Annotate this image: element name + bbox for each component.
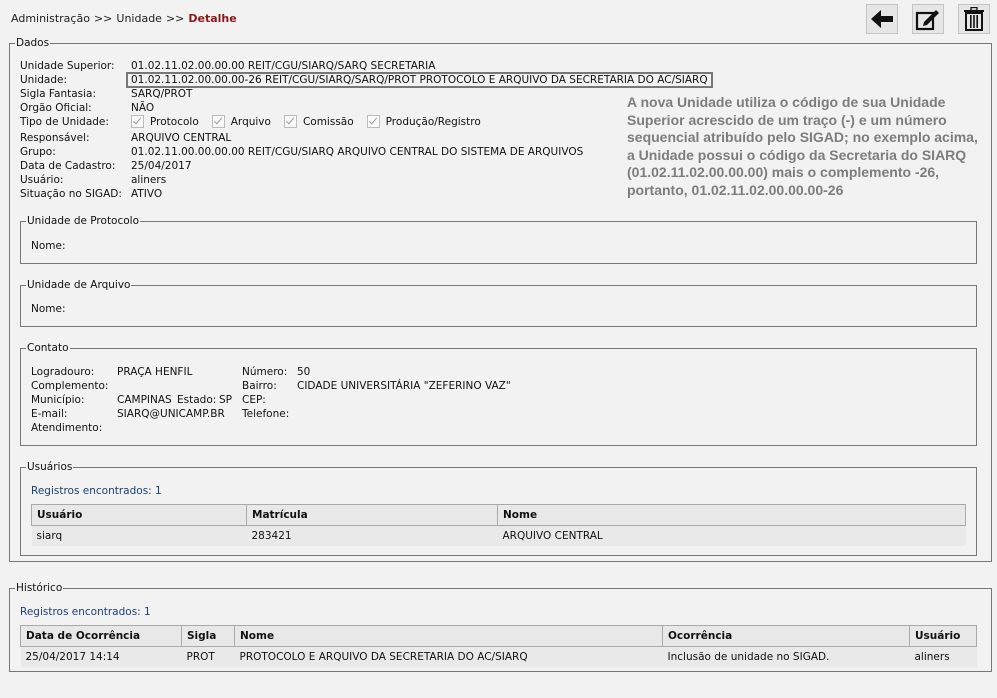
bairro-label: Bairro:	[242, 380, 277, 392]
checkbox-label: Protocolo	[150, 115, 199, 128]
cell-data-ocorrencia: 25/04/2017 14:14	[25, 651, 120, 663]
cell-sigla: PROT	[186, 651, 215, 663]
checkbox-arquivo[interactable]: Arquivo	[211, 115, 271, 128]
usuarios-legend: Usuários	[27, 461, 73, 473]
historico-legend: Histórico	[16, 582, 63, 594]
atendimento-label: Atendimento:	[31, 422, 103, 434]
responsavel-value: ARQUIVO CENTRAL	[131, 132, 232, 144]
orgao-oficial-label: Orgão Oficial:	[20, 102, 92, 114]
responsavel-label: Responsável:	[20, 132, 90, 144]
numero-value: 50	[297, 366, 311, 378]
cell-matricula: 283421	[251, 530, 292, 542]
arquivo-nome-label: Nome:	[31, 303, 66, 315]
estado-label: Estado:	[177, 394, 217, 406]
situacao-sigad-value: ATIVO	[131, 188, 163, 200]
email-label: E-mail:	[31, 408, 68, 420]
checkbox-protocolo[interactable]: Protocolo	[131, 115, 199, 128]
bairro-value: CIDADE UNIVERSITÁRIA "ZEFERINO VAZ"	[297, 380, 511, 392]
logradouro-value: PRAÇA HENFIL	[117, 366, 193, 378]
column-header-usuario[interactable]: Usuário	[909, 625, 977, 647]
column-header-sigla[interactable]: Sigla	[181, 625, 235, 647]
column-header-data-ocorrencia[interactable]: Data de Ocorrência	[20, 625, 182, 647]
situacao-sigad-label: Situação no SIGAD:	[20, 188, 122, 200]
checkmark-icon	[131, 115, 144, 128]
table-header-row: Data de Ocorrência Sigla Nome Ocorrência…	[20, 625, 977, 647]
table-row[interactable]: siarq 283421 ARQUIVO CENTRAL	[31, 525, 966, 546]
estado-value: SP	[219, 394, 232, 406]
dados-legend: Dados	[16, 37, 50, 49]
usuarios-table: Usuário Matrícula Nome siarq 283421 ARQU…	[31, 504, 966, 546]
cell-ocorrencia: Inclusão de unidade no SIGAD.	[667, 651, 830, 663]
toolbar	[866, 4, 990, 34]
sigla-fantasia-value: SARQ/PROT	[131, 88, 193, 100]
historico-registros-count: Registros encontrados: 1	[20, 606, 151, 618]
breadcrumb: Administração >> Unidade >> Detalhe	[11, 12, 237, 25]
back-button[interactable]	[866, 4, 898, 34]
usuario-value: aliners	[131, 174, 167, 186]
unidade-superior-value: 01.02.11.02.00.00.00 REIT/CGU/SIARQ/SARQ…	[131, 60, 436, 72]
column-header-nome[interactable]: Nome	[234, 625, 663, 647]
unidade-value: 01.02.11.02.00.00.00-26 REIT/CGU/SIARQ/S…	[126, 72, 713, 88]
column-header-ocorrencia[interactable]: Ocorrência	[662, 625, 910, 647]
column-header-matricula[interactable]: Matrícula	[246, 504, 498, 526]
numero-label: Número:	[242, 366, 288, 378]
arrow-left-icon	[871, 10, 893, 28]
cell-nome: PROTOCOLO E ARQUIVO DA SECRETARIA DO AC/…	[239, 651, 528, 663]
unidade-protocolo-fieldset: Unidade de Protocolo	[20, 215, 977, 264]
delete-button[interactable]	[958, 4, 990, 34]
data-cadastro-value: 25/04/2017	[131, 160, 192, 172]
data-cadastro-label: Data de Cadastro:	[20, 160, 116, 172]
unidade-protocolo-legend: Unidade de Protocolo	[27, 215, 140, 227]
breadcrumb-item-unidade[interactable]: Unidade	[116, 12, 162, 25]
cep-label: CEP:	[242, 394, 266, 406]
breadcrumb-item-administracao[interactable]: Administração	[11, 12, 90, 25]
cell-usuario: siarq	[36, 530, 63, 542]
checkmark-icon	[211, 115, 225, 128]
annotation-note: A nova Unidade utiliza o código de sua U…	[627, 94, 978, 198]
table-header-row: Usuário Matrícula Nome	[31, 504, 966, 526]
column-header-usuario[interactable]: Usuário	[31, 504, 247, 526]
tipo-unidade-label: Tipo de Unidade:	[20, 116, 109, 128]
sigla-fantasia-label: Sigla Fantasia:	[20, 88, 97, 100]
breadcrumb-separator: >>	[165, 12, 185, 25]
unidade-arquivo-fieldset: Unidade de Arquivo	[20, 279, 977, 327]
checkbox-producao-registro[interactable]: Produção/Registro	[366, 115, 481, 128]
contato-legend: Contato	[27, 342, 69, 354]
cell-nome: ARQUIVO CENTRAL	[502, 530, 603, 542]
unidade-superior-label: Unidade Superior:	[20, 60, 115, 72]
breadcrumb-current: Detalhe	[188, 12, 237, 25]
checkbox-label: Produção/Registro	[385, 115, 481, 128]
checkmark-icon	[366, 115, 380, 128]
tipo-unidade-options: Protocolo Arquivo Comissão Produção/Registr…	[131, 115, 494, 131]
unidade-label: Unidade:	[20, 74, 68, 86]
email-value: SIARQ@UNICAMP.BR	[117, 408, 225, 420]
column-header-nome[interactable]: Nome	[497, 504, 966, 526]
checkbox-comissao[interactable]: Comissão	[283, 115, 354, 128]
unidade-arquivo-legend: Unidade de Arquivo	[27, 279, 131, 291]
checkbox-label: Comissão	[302, 115, 354, 128]
usuarios-registros-count: Registros encontrados: 1	[31, 485, 162, 497]
protocolo-nome-label: Nome:	[31, 240, 66, 252]
historico-table: Data de Ocorrência Sigla Nome Ocorrência…	[20, 625, 977, 667]
municipio-label: Município:	[31, 394, 85, 406]
telefone-label: Telefone:	[242, 408, 290, 420]
edit-button[interactable]	[912, 4, 944, 34]
trash-icon	[964, 7, 984, 31]
orgao-oficial-value: NÃO	[131, 102, 155, 114]
checkmark-icon	[283, 115, 297, 128]
grupo-label: Grupo:	[20, 146, 56, 158]
municipio-value: CAMPINAS	[117, 394, 172, 406]
edit-icon	[915, 10, 939, 31]
checkbox-label: Arquivo	[230, 115, 271, 128]
usuario-label: Usuário:	[20, 174, 64, 186]
breadcrumb-separator: >>	[93, 12, 113, 25]
logradouro-label: Logradouro:	[31, 366, 95, 378]
grupo-value: 01.02.11.00.00.00.00 REIT/CGU/SIARQ ARQU…	[131, 146, 584, 158]
cell-usuario: aliners	[914, 651, 950, 663]
complemento-label: Complemento:	[31, 380, 109, 392]
table-row[interactable]: 25/04/2017 14:14 PROT PROTOCOLO E ARQUIV…	[20, 646, 977, 667]
